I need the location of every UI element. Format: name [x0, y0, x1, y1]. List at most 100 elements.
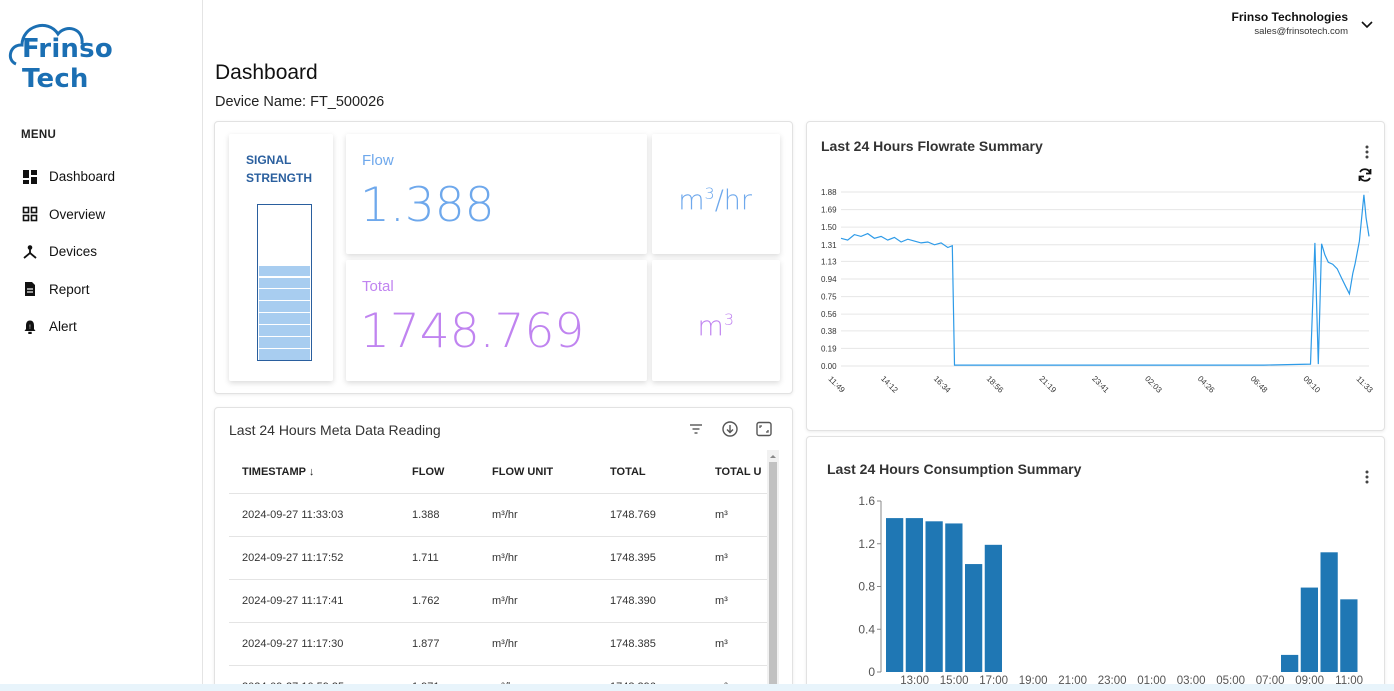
- overview-grid-icon: [22, 206, 38, 222]
- cell-timestamp: 2024-09-27 11:17:41: [242, 595, 344, 607]
- consumption-bar: [1281, 654, 1299, 672]
- fullscreen-icon[interactable]: [754, 419, 774, 439]
- cell-total: 1748.769: [610, 509, 656, 521]
- flow-tile: Flow 1.388: [346, 134, 647, 254]
- download-icon[interactable]: [720, 419, 740, 439]
- brand-logo[interactable]: Frinso Tech: [8, 14, 188, 94]
- consumption-bar: [925, 521, 943, 672]
- bottom-strip: [0, 684, 1394, 691]
- cell-total-unit: m³: [715, 552, 728, 564]
- y-tick-label: 0.38: [821, 327, 837, 336]
- meta-data-table: TIMESTAMP ↓ FLOW FLOW UNIT TOTAL TOTAL U…: [229, 450, 767, 691]
- y-tick-label: 0.94: [821, 275, 837, 284]
- cell-total-unit: m³: [715, 595, 728, 607]
- cell-flow: 1.762: [412, 595, 440, 607]
- cell-flow-unit: m³/hr: [492, 595, 518, 607]
- flowrate-chart-title: Last 24 Hours Flowrate Summary: [821, 138, 1043, 154]
- flow-unit-base: m: [678, 185, 705, 216]
- table-scrollbar[interactable]: [767, 450, 779, 691]
- column-header-flow[interactable]: FLOW: [412, 466, 492, 478]
- column-header-total-unit[interactable]: TOTAL U: [715, 466, 767, 478]
- x-tick-label: 16:34: [932, 374, 953, 395]
- cell-timestamp: 2024-09-27 11:17:52: [242, 552, 344, 564]
- y-tick-label: 0.00: [821, 362, 837, 371]
- cell-total-unit: m³: [715, 509, 728, 521]
- column-header-total[interactable]: TOTAL: [610, 466, 715, 478]
- sidebar-nav: Dashboard Overview Devices Report ! Aler…: [0, 158, 203, 346]
- y-tick-label: 0.75: [821, 293, 837, 302]
- table-row: 2024-09-27 11:17:30 1.877 m³/hr 1748.385…: [229, 623, 767, 666]
- flow-unit-tail: /hr: [714, 185, 752, 216]
- sidebar-item-dashboard[interactable]: Dashboard: [0, 158, 203, 196]
- y-tick-label: 0.4: [858, 622, 875, 636]
- cell-flow-unit: m³/hr: [492, 638, 518, 650]
- total-unit: m3: [698, 310, 735, 342]
- scroll-up-arrow-icon[interactable]: [767, 451, 779, 461]
- cell-total: 1748.390: [610, 595, 656, 607]
- cell-flow: 1.877: [412, 638, 440, 650]
- sidebar-item-alert[interactable]: ! Alert: [0, 308, 203, 346]
- signal-segment: [259, 301, 310, 313]
- meta-data-title: Last 24 Hours Meta Data Reading: [229, 422, 441, 438]
- consumption-bar: [984, 544, 1002, 672]
- consumption-bar-chart: 00.40.81.21.613:00 15:00 17:00 19:00 21:00 23…: [858, 494, 1363, 687]
- dashboard-icon: [22, 169, 38, 185]
- x-tick-label: 09:10: [1301, 374, 1322, 395]
- device-stats-card: SIGNAL STRENGTH Flow 1.388 m3/hr Total 1…: [214, 121, 793, 394]
- sidebar-item-devices[interactable]: Devices: [0, 233, 203, 271]
- sidebar-item-report[interactable]: Report: [0, 271, 203, 309]
- cell-flow-unit: m³/hr: [492, 509, 518, 521]
- table-row: 2024-09-27 11:33:03 1.388 m³/hr 1748.769…: [229, 494, 767, 537]
- total-tile: Total 1748.769: [346, 260, 647, 381]
- user-email: sales@frinsotech.com: [1254, 26, 1348, 37]
- table-row: 2024-09-27 11:17:52 1.711 m³/hr 1748.395…: [229, 537, 767, 580]
- y-tick-label: 1.6: [858, 494, 875, 508]
- total-label: Total: [362, 278, 394, 295]
- x-tick-label: 04:26: [1196, 374, 1217, 395]
- device-name: Device Name: FT_500026: [215, 94, 385, 110]
- column-header-timestamp[interactable]: TIMESTAMP ↓: [229, 466, 412, 478]
- report-document-icon: [22, 281, 38, 297]
- total-unit-tile: m3: [652, 260, 780, 381]
- signal-segment: [259, 265, 310, 277]
- cell-flow: 1.711: [412, 552, 439, 564]
- consumption-bar: [1320, 552, 1338, 672]
- x-tick-label: 11:49: [826, 374, 846, 394]
- more-options-icon[interactable]: [1364, 144, 1370, 160]
- scrollbar-thumb[interactable]: [769, 462, 777, 691]
- meta-data-card: Last 24 Hours Meta Data Reading TIMESTAM…: [214, 407, 793, 691]
- x-tick-label: 23:41: [1090, 374, 1111, 395]
- total-unit-base: m: [697, 311, 724, 342]
- table-toolbar: [686, 419, 774, 439]
- y-tick-label: 0.8: [858, 580, 875, 594]
- cell-flow-unit: m³/hr: [492, 552, 518, 564]
- y-tick-label: 1.69: [821, 206, 837, 215]
- flow-unit-sup: 3: [704, 184, 715, 203]
- alert-bell-icon: !: [22, 319, 38, 335]
- cell-total: 1748.385: [610, 638, 656, 650]
- flow-unit: m3/hr: [678, 184, 752, 216]
- signal-label-line1: SIGNAL: [246, 153, 292, 167]
- sidebar-item-overview[interactable]: Overview: [0, 196, 203, 234]
- sidebar-item-label: Dashboard: [49, 169, 116, 185]
- consumption-chart-title: Last 24 Hours Consumption Summary: [827, 461, 1082, 477]
- user-account[interactable]: Frinso Technologies sales@frinsotech.com: [1232, 10, 1348, 37]
- consumption-bar: [886, 518, 904, 672]
- consumption-bar: [1340, 599, 1358, 672]
- filter-icon[interactable]: [686, 419, 706, 439]
- chevron-down-icon[interactable]: [1360, 18, 1374, 32]
- more-options-icon[interactable]: [1364, 469, 1370, 485]
- flow-value: 1.388: [360, 178, 495, 233]
- column-header-flow-unit[interactable]: FLOW UNIT: [492, 466, 610, 478]
- signal-strength-tile: SIGNAL STRENGTH: [229, 134, 333, 381]
- sidebar-item-label: Devices: [49, 244, 98, 260]
- signal-strength-meter: [257, 204, 312, 361]
- consumption-bar: [1300, 587, 1318, 672]
- logo-text: Frinso Tech: [22, 34, 113, 94]
- x-tick-label: 21:19: [1037, 374, 1058, 395]
- flowrate-series-line: [840, 194, 1370, 366]
- sidebar-item-label: Alert: [49, 319, 77, 335]
- cell-timestamp: 2024-09-27 11:17:30: [242, 638, 344, 650]
- cell-flow: 1.388: [412, 509, 440, 521]
- y-tick-label: 0.19: [821, 344, 837, 353]
